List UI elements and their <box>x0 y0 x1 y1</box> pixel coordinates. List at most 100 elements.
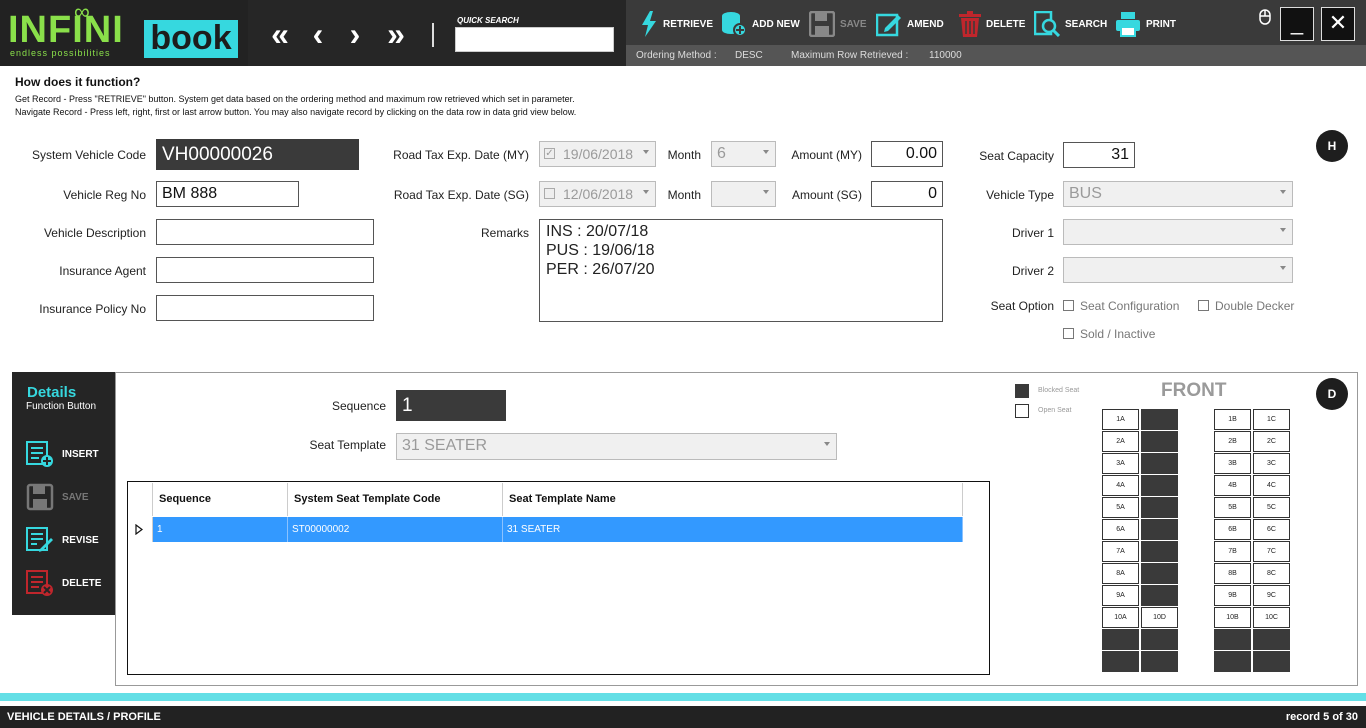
road-tax-my-checkbox[interactable]: ✓ <box>544 148 555 159</box>
seat-7A[interactable]: 7A <box>1102 541 1139 562</box>
details-delete-button[interactable]: DELETE <box>26 568 101 598</box>
first-record-button[interactable]: « <box>262 14 298 54</box>
seat-6B[interactable]: 6B <box>1214 519 1251 540</box>
seat-1C[interactable]: 1C <box>1253 409 1290 430</box>
seat-7B[interactable]: 7B <box>1214 541 1251 562</box>
quick-search-input[interactable] <box>455 27 614 52</box>
seat-4A[interactable]: 4A <box>1102 475 1139 496</box>
seat-3C[interactable]: 3C <box>1253 453 1290 474</box>
amount-sg-input[interactable]: 0 <box>871 181 943 207</box>
details-save-button[interactable]: SAVE <box>26 482 89 512</box>
seat-5B[interactable]: 5B <box>1214 497 1251 518</box>
seat-1A[interactable]: 1A <box>1102 409 1139 430</box>
seat-6C[interactable]: 6C <box>1253 519 1290 540</box>
blocked-seat[interactable] <box>1141 563 1178 584</box>
revise-button[interactable]: REVISE <box>26 525 99 555</box>
month-my-select[interactable]: 6 <box>711 141 776 167</box>
insert-button[interactable]: INSERT <box>26 439 99 469</box>
seat-template-select[interactable]: 31 SEATER <box>396 433 837 460</box>
seat-8C[interactable]: 8C <box>1253 563 1290 584</box>
seat-2B[interactable]: 2B <box>1214 431 1251 452</box>
double-decker-checkbox[interactable] <box>1198 300 1209 311</box>
blocked-seat[interactable] <box>1253 629 1290 650</box>
seat-6A[interactable]: 6A <box>1102 519 1139 540</box>
print-button[interactable]: PRINT <box>1115 8 1176 40</box>
blocked-seat[interactable] <box>1141 409 1178 430</box>
search-button[interactable]: SEARCH <box>1034 8 1107 40</box>
seat-9B[interactable]: 9B <box>1214 585 1251 606</box>
blocked-seat[interactable] <box>1141 585 1178 606</box>
add-new-button[interactable]: ADD NEW <box>721 8 800 40</box>
driver2-select[interactable] <box>1063 257 1293 283</box>
blocked-seat[interactable] <box>1141 651 1178 672</box>
seat-configuration-checkbox[interactable] <box>1063 300 1074 311</box>
seat-5A[interactable]: 5A <box>1102 497 1139 518</box>
table-cell-template-name: 31 SEATER <box>503 517 963 542</box>
remarks-textarea[interactable]: INS : 20/07/18 PUS : 19/06/18 PER : 26/0… <box>539 219 943 322</box>
blocked-seat[interactable] <box>1141 629 1178 650</box>
seat-10C[interactable]: 10C <box>1253 607 1290 628</box>
blocked-seat[interactable] <box>1214 629 1251 650</box>
amount-my-input[interactable]: 0.00 <box>871 141 943 167</box>
blocked-seat[interactable] <box>1141 497 1178 518</box>
blocked-seat[interactable] <box>1141 541 1178 562</box>
road-tax-my-date-picker[interactable]: ✓ 19/06/2018 <box>539 141 656 167</box>
seat-2A[interactable]: 2A <box>1102 431 1139 452</box>
system-vehicle-code-label: System Vehicle Code <box>31 148 146 162</box>
blocked-seat[interactable] <box>1141 431 1178 452</box>
blocked-seat[interactable] <box>1141 475 1178 496</box>
blocked-seat[interactable] <box>1102 629 1139 650</box>
seat-2C[interactable]: 2C <box>1253 431 1290 452</box>
seat-10D[interactable]: 10D <box>1141 607 1178 628</box>
column-header-seat-template-name[interactable]: Seat Template Name <box>503 483 963 516</box>
seat-5C[interactable]: 5C <box>1253 497 1290 518</box>
sold-inactive-checkbox[interactable] <box>1063 328 1074 339</box>
retrieve-button[interactable]: RETRIEVE <box>640 8 713 40</box>
minimize-button[interactable]: _ <box>1280 7 1314 41</box>
seat-10A[interactable]: 10A <box>1102 607 1139 628</box>
last-record-button[interactable]: » <box>378 14 414 54</box>
previous-record-button[interactable]: ‹ <box>300 14 336 54</box>
details-section-button[interactable]: D <box>1316 378 1348 410</box>
insurance-agent-input[interactable] <box>156 257 374 283</box>
column-header-system-seat-template-code[interactable]: System Seat Template Code <box>288 483 503 516</box>
blocked-seat[interactable] <box>1141 453 1178 474</box>
seat-9A[interactable]: 9A <box>1102 585 1139 606</box>
header-section-button[interactable]: H <box>1316 130 1348 162</box>
insurance-policy-no-input[interactable] <box>156 295 374 321</box>
seat-1B[interactable]: 1B <box>1214 409 1251 430</box>
seat-capacity-input[interactable]: 31 <box>1063 142 1135 168</box>
mouse-icon[interactable] <box>1257 9 1273 25</box>
seat-3B[interactable]: 3B <box>1214 453 1251 474</box>
seat-9C[interactable]: 9C <box>1253 585 1290 606</box>
footer-bar <box>0 706 1366 728</box>
vehicle-description-input[interactable] <box>156 219 374 245</box>
seat-3A[interactable]: 3A <box>1102 453 1139 474</box>
seat-10B[interactable]: 10B <box>1214 607 1251 628</box>
seat-4B[interactable]: 4B <box>1214 475 1251 496</box>
month-sg-select[interactable] <box>711 181 776 207</box>
seat-7C[interactable]: 7C <box>1253 541 1290 562</box>
save-button[interactable]: SAVE <box>809 8 867 40</box>
road-tax-sg-date-picker[interactable]: 12/06/2018 <box>539 181 656 207</box>
blocked-seat[interactable] <box>1214 651 1251 672</box>
road-tax-sg-checkbox[interactable] <box>544 188 555 199</box>
blocked-seat[interactable] <box>1102 651 1139 672</box>
vehicle-reg-no-input[interactable]: BM 888 <box>156 181 299 207</box>
driver1-select[interactable] <box>1063 219 1293 245</box>
next-record-button[interactable]: › <box>337 14 373 54</box>
footer-record-counter: record 5 of 30 <box>1285 711 1358 723</box>
seat-4C[interactable]: 4C <box>1253 475 1290 496</box>
seat-8B[interactable]: 8B <box>1214 563 1251 584</box>
blocked-seat[interactable] <box>1141 519 1178 540</box>
seat-8A[interactable]: 8A <box>1102 563 1139 584</box>
amend-button[interactable]: AMEND <box>876 8 944 40</box>
row-selector[interactable] <box>129 517 153 542</box>
seat-template-label: Seat Template <box>309 438 387 452</box>
close-button[interactable]: ✕ <box>1321 7 1355 41</box>
road-tax-sg-label: Road Tax Exp. Date (SG) <box>393 188 529 202</box>
blocked-seat[interactable] <box>1253 651 1290 672</box>
delete-button[interactable]: DELETE <box>959 8 1025 40</box>
vehicle-type-select[interactable]: BUS <box>1063 181 1293 207</box>
column-header-sequence[interactable]: Sequence <box>153 483 288 516</box>
